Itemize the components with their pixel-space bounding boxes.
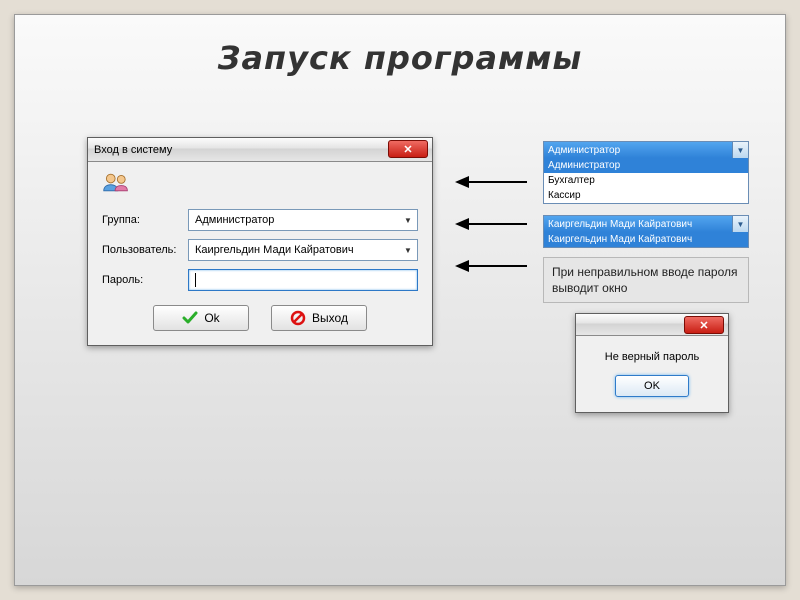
dropdown-option[interactable]: Каиргельдин Мади Кайратович: [544, 232, 748, 247]
group-dropdown-expanded: Администратор ▼ Администратор Бухгалтер …: [543, 141, 749, 204]
close-icon: ✕: [699, 319, 708, 332]
arrow-icon: [455, 218, 469, 230]
user-select[interactable]: Каиргельдин Мади Кайратович ▼: [188, 239, 418, 261]
info-text: При неправильном вводе пароля выводит ок…: [552, 265, 738, 295]
window-titlebar: Вход в систему ✕: [88, 138, 432, 162]
password-input[interactable]: [188, 269, 418, 291]
exit-button[interactable]: Выход: [271, 305, 367, 331]
close-icon: ✕: [403, 143, 412, 156]
arrow-line: [469, 265, 527, 267]
arrow-line: [469, 223, 527, 225]
chevron-down-icon: ▼: [401, 212, 415, 228]
password-label: Пароль:: [102, 274, 188, 286]
close-button[interactable]: ✕: [388, 140, 428, 158]
group-select[interactable]: Администратор ▼: [188, 209, 418, 231]
arrow-icon: [455, 176, 469, 188]
text-caret: [195, 273, 196, 287]
arrow-line: [469, 181, 527, 183]
dropdown-header[interactable]: Каиргельдин Мади Кайратович ▼: [544, 216, 748, 232]
ok-button-label: Ok: [204, 311, 219, 325]
error-dialog: ✕ Не верный пароль OK: [575, 313, 729, 413]
user-select-value: Каиргельдин Мади Кайратович: [195, 244, 354, 256]
error-ok-label: OK: [644, 380, 660, 392]
page-title: Запуск программы: [15, 15, 785, 77]
dropdown-selected: Каиргельдин Мади Кайратович: [548, 219, 692, 230]
user-dropdown-expanded: Каиргельдин Мади Кайратович ▼ Каиргельди…: [543, 215, 749, 248]
dropdown-selected: Администратор: [548, 145, 620, 156]
close-button[interactable]: ✕: [684, 316, 724, 334]
exit-button-label: Выход: [312, 311, 348, 325]
error-ok-button[interactable]: OK: [615, 375, 689, 397]
window-title: Вход в систему: [94, 144, 172, 156]
chevron-down-icon: ▼: [732, 142, 748, 158]
dropdown-option[interactable]: Кассир: [544, 188, 748, 203]
ok-button[interactable]: Ok: [153, 305, 249, 331]
chevron-down-icon: ▼: [401, 242, 415, 258]
dropdown-option[interactable]: Администратор: [544, 158, 748, 173]
forbidden-icon: [290, 310, 306, 326]
group-label: Группа:: [102, 214, 188, 226]
check-icon: [182, 310, 198, 326]
error-titlebar: ✕: [576, 314, 728, 336]
dropdown-header[interactable]: Администратор ▼: [544, 142, 748, 158]
info-note: При неправильном вводе пароля выводит ок…: [543, 257, 749, 303]
login-window: Вход в систему ✕ Группа: Администратор ▼: [87, 137, 433, 346]
arrow-icon: [455, 260, 469, 272]
users-icon: [102, 170, 130, 194]
dropdown-option[interactable]: Бухгалтер: [544, 173, 748, 188]
error-message: Не верный пароль: [605, 351, 699, 363]
group-select-value: Администратор: [195, 214, 274, 226]
user-label: Пользователь:: [102, 244, 188, 256]
chevron-down-icon: ▼: [732, 216, 748, 232]
